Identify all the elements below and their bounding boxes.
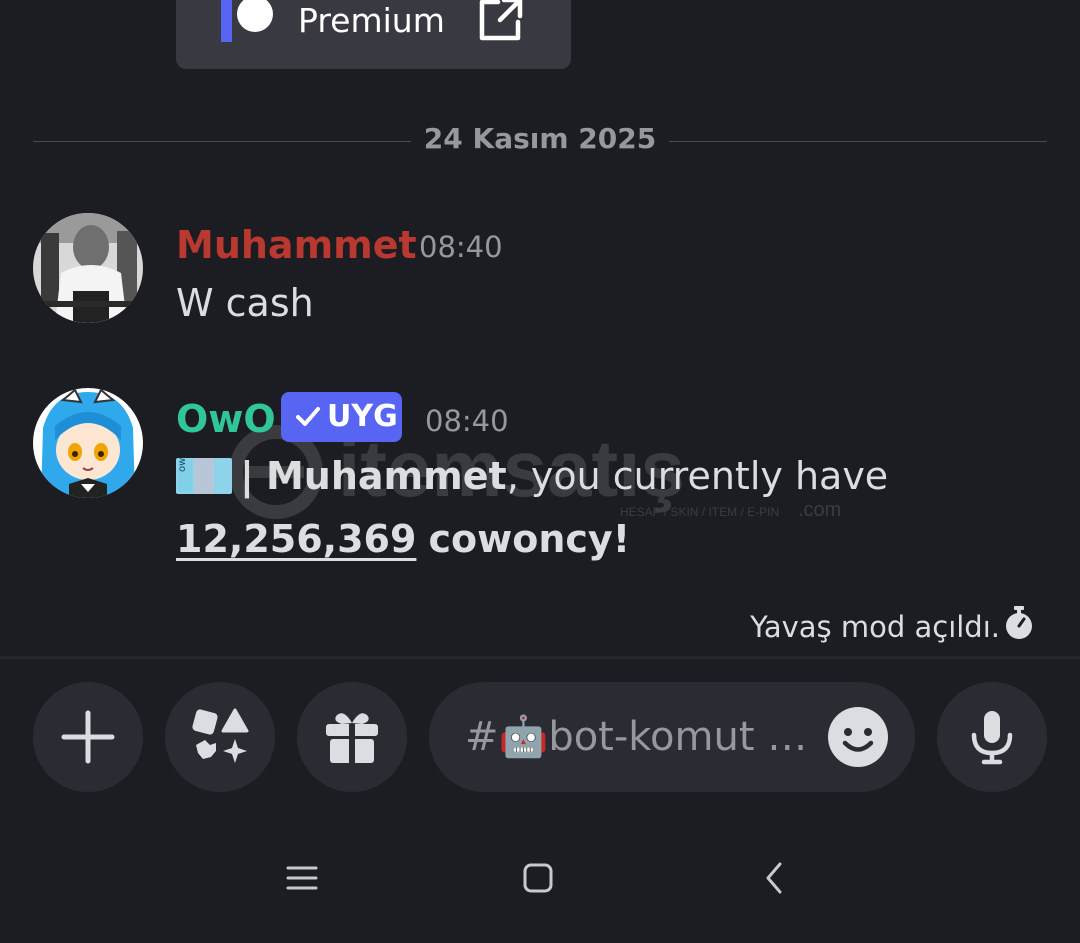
app-badge-label: UYG	[327, 399, 398, 434]
input-divider	[0, 656, 1080, 659]
message-text: , you currently have	[506, 454, 889, 498]
home-icon[interactable]	[518, 858, 558, 898]
premium-label: Premium	[298, 1, 445, 40]
premium-logo	[221, 0, 232, 42]
date-divider: 24 Kasım 2025	[33, 120, 1047, 162]
watermark-suffix: .com	[798, 499, 841, 521]
apps-icon	[192, 708, 249, 763]
timestamp: 08:40	[419, 230, 503, 264]
bot-username[interactable]: OwO	[176, 396, 276, 442]
premium-logo-dot	[237, 0, 273, 32]
gift-icon	[326, 713, 378, 763]
message-content: W cash	[176, 281, 314, 325]
divider-line-right	[669, 141, 1047, 142]
premium-card[interactable]: Premium	[176, 0, 571, 69]
message-input-placeholder: #🤖bot-komut …	[465, 714, 808, 760]
back-icon[interactable]	[755, 858, 795, 898]
bot-avatar[interactable]	[33, 388, 143, 498]
svg-text:owo: owo	[177, 458, 188, 472]
system-nav-bar	[0, 830, 1080, 920]
gift-button[interactable]	[297, 682, 407, 792]
watermark-tagline: HESAP / SKIN / ITEM / E-PIN	[620, 505, 779, 519]
timestamp: 08:40	[425, 404, 509, 438]
attach-button[interactable]	[33, 682, 143, 792]
amount: 12,256,369	[176, 517, 417, 561]
message-input[interactable]: #🤖bot-komut …	[429, 682, 915, 792]
stopwatch-icon[interactable]	[1003, 606, 1035, 640]
separator: |	[240, 454, 254, 498]
app-badge: UYG	[281, 392, 402, 442]
emoji-icon[interactable]	[827, 706, 889, 768]
message-content-line-2: 12,256,369 cowoncy!	[176, 515, 630, 563]
check-icon	[296, 407, 320, 426]
apps-button[interactable]	[165, 682, 275, 792]
bot-avatar-image	[33, 388, 143, 498]
slow-mode-text: Yavaş mod açıldı.	[750, 610, 1000, 644]
username[interactable]: Muhammet	[176, 222, 417, 268]
plus-icon	[61, 710, 115, 764]
date-label: 24 Kasım 2025	[423, 122, 657, 155]
currency: cowoncy!	[428, 517, 631, 561]
message-content: | Muhammet, you currently have	[240, 452, 888, 500]
menu-icon[interactable]	[282, 858, 322, 898]
owo-cash-icon: owo	[176, 458, 232, 494]
user-avatar-image	[33, 213, 143, 323]
external-link-icon[interactable]	[476, 0, 526, 44]
avatar[interactable]	[33, 213, 143, 323]
microphone-icon	[971, 711, 1013, 765]
user-mention[interactable]: Muhammet	[266, 454, 507, 498]
voice-message-button[interactable]	[937, 682, 1047, 792]
